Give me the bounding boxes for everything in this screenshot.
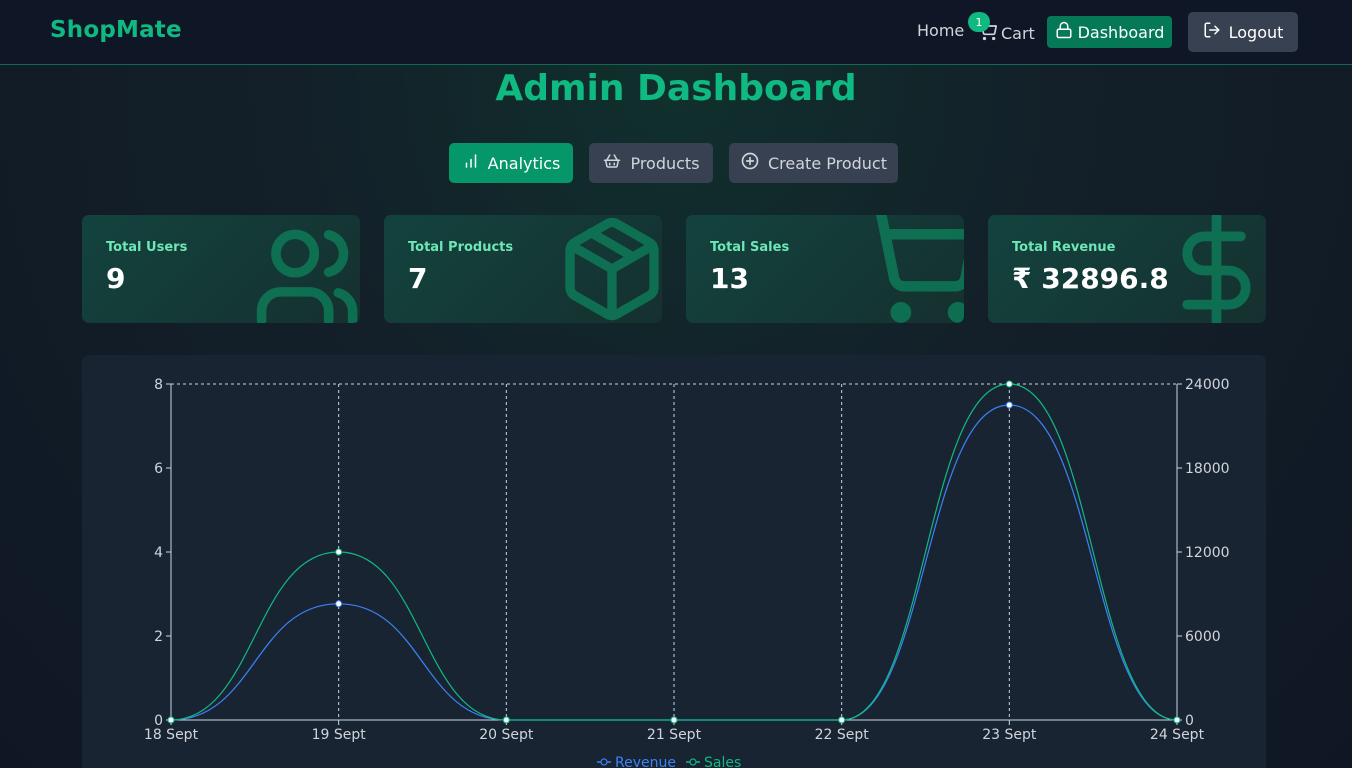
stat-label: Total Products — [408, 240, 514, 255]
package-icon — [556, 215, 662, 323]
stat-card-revenue: Total Revenue ₹ 32896.8 — [988, 215, 1266, 323]
stat-value: ₹ 32896.8 — [1012, 262, 1169, 295]
x-tick-label: 20 Sept — [479, 727, 534, 743]
legend-label-revenue: Revenue — [615, 755, 676, 768]
stat-value: 7 — [408, 262, 428, 295]
y-left-tick-label: 6 — [154, 461, 163, 477]
navbar: ShopMate Home Cart 1 Dashboard Logout — [0, 0, 1352, 65]
legend-label-sales: Sales — [704, 755, 741, 768]
dollar-icon — [1158, 215, 1266, 323]
x-tick-label: 22 Sept — [815, 727, 870, 743]
nav-dashboard-label: Dashboard — [1077, 22, 1165, 42]
stat-card-products: Total Products 7 — [384, 215, 662, 323]
basket-icon — [602, 152, 622, 174]
tab-products-label: Products — [630, 153, 700, 173]
stat-label: Total Revenue — [1012, 240, 1116, 255]
x-tick-label: 18 Sept — [144, 727, 199, 743]
cart-icon — [854, 215, 964, 323]
stat-value: 13 — [710, 262, 749, 295]
data-point-sales — [670, 716, 678, 724]
y-left-tick-label: 8 — [154, 377, 163, 393]
nav-home-link[interactable]: Home — [917, 21, 964, 40]
analytics-line-chart: 024680600012000180002400018 Sept 19 Sept 2… — [144, 377, 1230, 768]
data-point-sales — [502, 716, 510, 724]
y-right-tick-label: 24000 — [1185, 377, 1230, 393]
data-point-sales — [335, 548, 343, 556]
data-point-sales — [1005, 380, 1013, 388]
x-tick-label: 19 Sept — [312, 727, 367, 743]
brand-logo[interactable]: ShopMate — [50, 17, 182, 43]
tab-create-product-label: Create Product — [768, 153, 887, 173]
legend-marker-sales — [689, 758, 697, 766]
x-tick-label: 23 Sept — [982, 727, 1037, 743]
y-left-tick-label: 4 — [154, 545, 163, 561]
legend-marker-revenue — [600, 758, 608, 766]
y-right-tick-label: 18000 — [1185, 461, 1230, 477]
stat-card-users: Total Users 9 — [82, 215, 360, 323]
page-title: Admin Dashboard — [495, 68, 857, 109]
stat-label: Total Sales — [710, 240, 790, 255]
x-tick-label: 21 Sept — [647, 727, 702, 743]
bar-chart-icon — [462, 152, 480, 174]
x-tick-label: 24 Sept — [1150, 727, 1205, 743]
tab-products[interactable]: Products — [589, 143, 713, 183]
data-point-revenue — [1005, 401, 1013, 409]
stat-card-sales: Total Sales 13 — [686, 215, 964, 323]
nav-cart-label: Cart — [1001, 23, 1035, 43]
cart-count-badge: 1 — [968, 12, 990, 32]
data-point-sales — [838, 716, 846, 724]
nav-dashboard-button[interactable]: Dashboard — [1047, 16, 1172, 48]
logout-icon — [1203, 21, 1221, 43]
tab-analytics[interactable]: Analytics — [449, 143, 573, 183]
analytics-chart-panel: 0 2 4 6 8 0 6000 12000 18000 24000 18 Sept 19 Sept 2… — [82, 355, 1266, 768]
data-point-revenue — [335, 600, 343, 608]
users-icon — [252, 220, 360, 323]
y-right-tick-label: 6000 — [1185, 629, 1221, 645]
stat-value: 9 — [106, 262, 126, 295]
data-point-sales — [1173, 716, 1181, 724]
logout-button[interactable]: Logout — [1188, 12, 1298, 52]
stat-label: Total Users — [106, 240, 188, 255]
logout-label: Logout — [1228, 22, 1284, 42]
y-right-tick-label: 12000 — [1185, 545, 1230, 561]
tab-analytics-label: Analytics — [487, 153, 561, 173]
y-left-tick-label: 2 — [154, 629, 163, 645]
data-point-sales — [167, 716, 175, 724]
plus-circle-icon — [740, 151, 760, 175]
tab-create-product[interactable]: Create Product — [729, 143, 898, 183]
lock-icon — [1055, 21, 1073, 43]
